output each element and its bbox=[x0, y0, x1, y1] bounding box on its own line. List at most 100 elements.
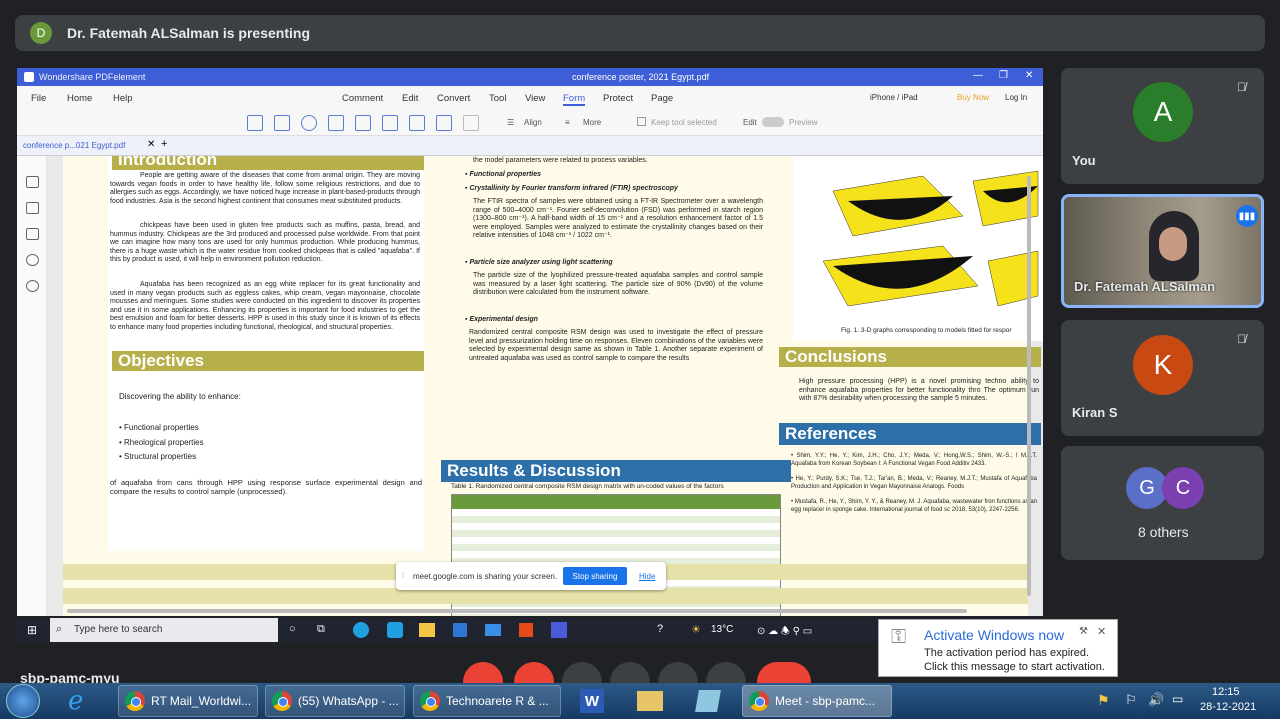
method-text-top: the model parameters were related to pro… bbox=[473, 157, 648, 164]
word-icon[interactable]: W bbox=[574, 685, 610, 717]
participant-tile-presenter[interactable]: ▮▮▮ Dr. Fatemah ALSalman bbox=[1061, 194, 1264, 308]
conclusions-heading: Conclusions bbox=[779, 347, 1041, 367]
settings-icon[interactable]: ⚒ bbox=[1079, 626, 1088, 637]
mail-icon[interactable] bbox=[485, 624, 501, 636]
functional-heading: ▪ Functional properties bbox=[465, 171, 541, 178]
taskbar-search-input[interactable]: Type here to search bbox=[50, 618, 278, 642]
edit-preview-toggle[interactable] bbox=[762, 117, 784, 127]
edge-icon[interactable] bbox=[353, 622, 369, 638]
pdf-titlebar: Wondershare PDFelement conference poster… bbox=[17, 68, 1043, 86]
menu-edit[interactable]: Edit bbox=[402, 93, 418, 104]
search-icon[interactable] bbox=[26, 280, 39, 292]
button-icon[interactable] bbox=[382, 115, 398, 131]
avatar: K bbox=[1133, 335, 1193, 395]
hide-link[interactable]: Hide bbox=[639, 572, 655, 581]
device-link[interactable]: iPhone / iPad bbox=[870, 93, 918, 102]
text-field-icon[interactable] bbox=[247, 115, 263, 131]
ftir-paragraph: The FTIR spectra of samples were obtaine… bbox=[473, 198, 763, 239]
list-item: • He, Y.; Purdy, S.K.; Tse, T.J.; Tar'an… bbox=[791, 476, 1037, 490]
menu-comment[interactable]: Comment bbox=[342, 93, 383, 104]
align-button[interactable]: Align bbox=[524, 118, 542, 127]
menu-form[interactable]: Form bbox=[563, 93, 586, 106]
temperature: 13°C bbox=[711, 624, 734, 635]
objectives-end: of aquafaba from cans through HPP using … bbox=[110, 478, 422, 496]
task-view-icon[interactable]: ⧉ bbox=[317, 623, 325, 636]
libraries-icon[interactable] bbox=[632, 685, 668, 717]
tray-icons[interactable]: ⊙ ☁ 🕭 ⚲ ▭ bbox=[757, 624, 812, 641]
office-icon[interactable] bbox=[519, 623, 533, 637]
horizontal-scrollbar[interactable] bbox=[67, 609, 967, 613]
clock-time[interactable]: 12:15 bbox=[1212, 686, 1240, 698]
drag-handle-icon[interactable]: ⁞ bbox=[402, 571, 404, 580]
combo-box-icon[interactable] bbox=[328, 115, 344, 131]
login-link[interactable]: Log In bbox=[1005, 93, 1027, 102]
close-icon[interactable]: ✕ bbox=[1097, 625, 1106, 638]
checkbox-icon[interactable] bbox=[274, 115, 290, 131]
document-tab[interactable]: conference p...021 Egypt.pdf bbox=[23, 141, 125, 150]
minimize-icon[interactable]: — bbox=[973, 70, 983, 81]
comment-icon[interactable] bbox=[26, 228, 39, 240]
poster-page: Introduction People are getting aware of… bbox=[63, 156, 1043, 616]
new-tab-icon[interactable]: + bbox=[161, 138, 167, 150]
presenting-banner: D Dr. Fatemah ALSalman is presenting bbox=[15, 15, 1265, 51]
internet-explorer-icon[interactable]: e bbox=[68, 686, 83, 716]
date-field-icon[interactable] bbox=[436, 115, 452, 131]
thumbnails-icon[interactable] bbox=[26, 176, 39, 188]
store-icon[interactable] bbox=[453, 623, 467, 637]
action-center-icon[interactable]: ⚐ bbox=[1125, 692, 1137, 708]
chrome-icon bbox=[420, 691, 440, 711]
radio-icon[interactable] bbox=[301, 115, 317, 131]
menu-tool[interactable]: Tool bbox=[489, 93, 506, 104]
sharing-text: meet.google.com is sharing your screen. bbox=[413, 572, 558, 581]
clock-date[interactable]: 28-12-2021 bbox=[1200, 701, 1256, 713]
align-icon[interactable]: ☰ bbox=[507, 118, 514, 127]
menu-file[interactable]: File bbox=[31, 93, 46, 104]
skype-icon[interactable] bbox=[387, 622, 403, 638]
participant-tile-you[interactable]: A 🎙̸ You bbox=[1061, 68, 1264, 184]
close-icon[interactable]: ✕ bbox=[1025, 70, 1033, 81]
more-button[interactable]: More bbox=[583, 118, 601, 127]
taskbar-item-whatsapp[interactable]: (55) WhatsApp - ... bbox=[265, 685, 405, 717]
close-tab-icon[interactable]: ✕ bbox=[147, 139, 155, 150]
vertical-scrollbar[interactable] bbox=[1027, 176, 1031, 596]
maximize-icon[interactable]: ❐ bbox=[999, 70, 1008, 81]
document-area: Introduction People are getting aware of… bbox=[47, 156, 1043, 616]
menu-home[interactable]: Home bbox=[67, 93, 92, 104]
cortana-icon[interactable]: ○ bbox=[289, 623, 296, 635]
pdf-app-icon[interactable] bbox=[690, 685, 726, 717]
warning-flag-icon[interactable]: ⚑ bbox=[1097, 692, 1110, 709]
menu-convert[interactable]: Convert bbox=[437, 93, 470, 104]
taskbar-item-meet[interactable]: Meet - sbp-pamc... bbox=[742, 685, 892, 717]
participant-tile-others[interactable]: G C 8 others bbox=[1061, 446, 1264, 560]
keep-tool-checkbox[interactable] bbox=[637, 117, 646, 126]
windows-start-icon[interactable]: ⊞ bbox=[27, 623, 37, 637]
menu-view[interactable]: View bbox=[525, 93, 545, 104]
bookmark-icon[interactable] bbox=[26, 202, 39, 214]
taskbar-item-rtmail[interactable]: RT Mail_Worldwi... bbox=[118, 685, 258, 717]
stop-sharing-button[interactable]: Stop sharing bbox=[563, 567, 627, 585]
activate-windows-popup[interactable]: ⚿ Activate Windows now ⚒ ✕ The activatio… bbox=[878, 619, 1118, 677]
help-icon[interactable]: ? bbox=[657, 623, 663, 635]
network-icon[interactable]: ▭ bbox=[1172, 692, 1183, 706]
menu-protect[interactable]: Protect bbox=[603, 93, 633, 104]
table-caption: Table 1. Randomized central composite RS… bbox=[451, 483, 724, 490]
more-icon[interactable]: ≡ bbox=[565, 118, 570, 127]
pdfelement-taskbar-icon[interactable] bbox=[551, 622, 567, 638]
menu-help[interactable]: Help bbox=[113, 93, 133, 104]
taskbar-item-technoarete[interactable]: Technoarete R & ... bbox=[413, 685, 561, 717]
participant-tile-kiran[interactable]: K 🎙̸ Kiran S bbox=[1061, 320, 1264, 436]
results-heading: Results & Discussion bbox=[441, 460, 791, 482]
menu-page[interactable]: Page bbox=[651, 93, 673, 104]
eraser-icon[interactable] bbox=[463, 115, 479, 131]
volume-icon[interactable]: 🔊 bbox=[1148, 692, 1164, 708]
file-explorer-icon[interactable] bbox=[419, 623, 435, 637]
avatar: C bbox=[1162, 467, 1204, 509]
start-button[interactable] bbox=[6, 684, 40, 718]
attachment-icon[interactable] bbox=[26, 254, 39, 266]
image-field-icon[interactable] bbox=[409, 115, 425, 131]
conclusions-paragraph: High pressure processing (HPP) is a nove… bbox=[799, 378, 1039, 402]
preview-label: Preview bbox=[789, 118, 818, 127]
list-box-icon[interactable] bbox=[355, 115, 371, 131]
buy-now-link[interactable]: Buy Now bbox=[957, 93, 989, 102]
ftir-heading: ▪ Crystallinity by Fourier transform inf… bbox=[465, 185, 678, 192]
